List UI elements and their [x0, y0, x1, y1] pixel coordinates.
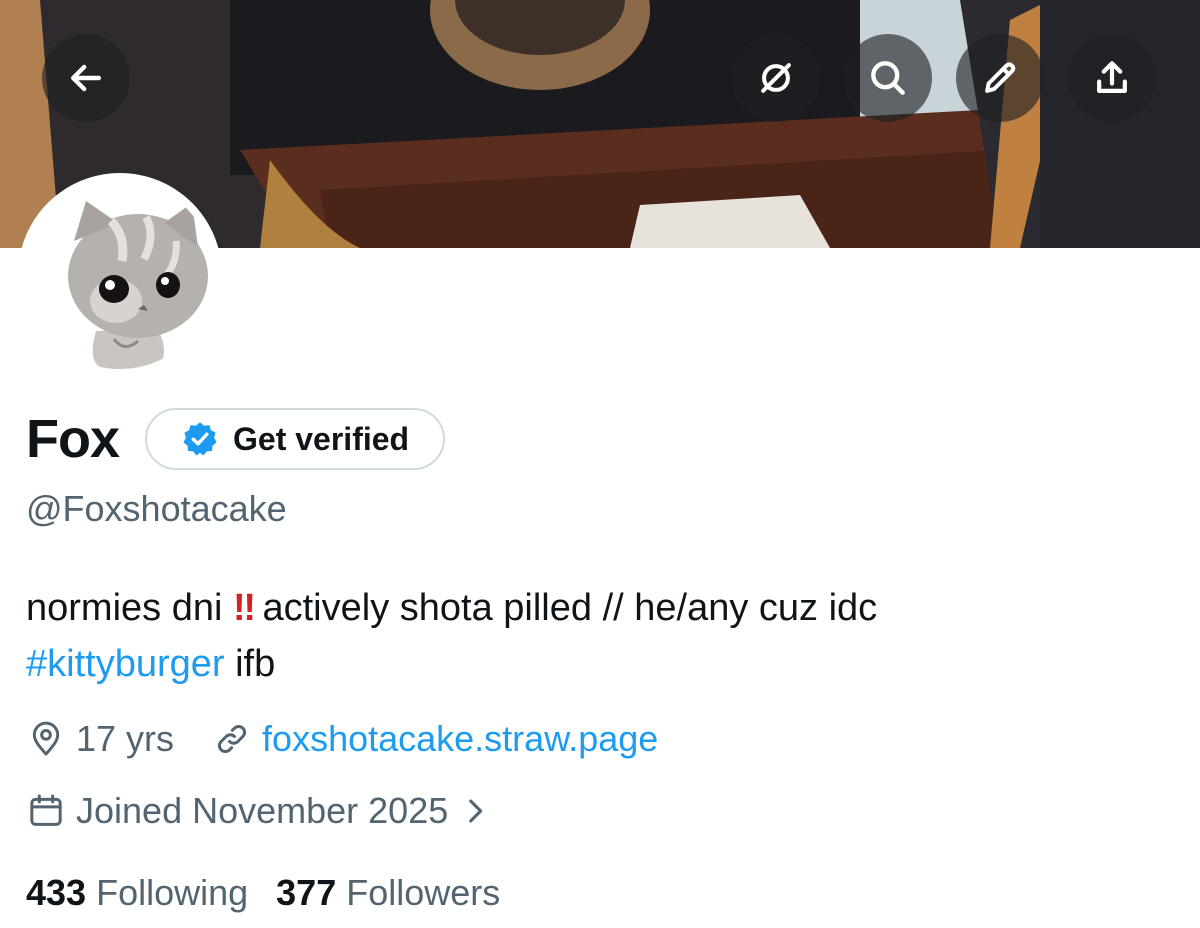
user-handle: @Foxshotacake — [26, 488, 287, 529]
joined-row[interactable]: Joined November 2025 — [26, 790, 492, 832]
share-button[interactable] — [1068, 34, 1156, 122]
following-label: Following — [96, 872, 249, 913]
link-icon — [218, 725, 247, 753]
avatar-image — [26, 181, 214, 369]
bio-hashtag-link[interactable]: #kittyburger — [26, 643, 225, 685]
verified-badge-icon — [183, 422, 217, 456]
profile-meta-row: 17 yrs foxshotacake.straw.page — [26, 718, 658, 760]
back-arrow-icon — [70, 64, 102, 92]
bio-text: normies dni — [26, 587, 233, 629]
profile-avatar[interactable] — [18, 173, 222, 377]
bio-text: ifb — [224, 643, 276, 685]
search-button[interactable] — [844, 34, 932, 122]
name-row: Fox Get verified — [26, 404, 446, 474]
search-icon — [871, 61, 905, 95]
website-link[interactable]: foxshotacake.straw.page — [262, 718, 658, 760]
location-pin-icon — [32, 721, 60, 756]
chevron-right-icon — [469, 799, 483, 823]
edit-pencil-icon — [985, 62, 1016, 93]
double-exclamation-emoji: ‼ — [232, 587, 256, 629]
joined-text: Joined November 2025 — [76, 790, 449, 831]
calendar-icon — [30, 794, 62, 826]
grok-icon — [761, 63, 791, 93]
bio-text: actively shota pilled // he/any cuz idc — [251, 587, 878, 629]
get-verified-label: Get verified — [233, 420, 410, 457]
location-text: 17 yrs — [76, 718, 175, 759]
followers-count: 377 — [276, 872, 337, 913]
grok-button[interactable] — [732, 34, 820, 122]
location-item: 17 yrs — [26, 718, 174, 760]
share-icon — [1097, 61, 1127, 93]
profile-bio: normies dni ‼ actively shota pilled // h… — [26, 580, 1176, 692]
follow-counts: 433 Following 377 Followers — [26, 872, 500, 914]
joined-item[interactable]: Joined November 2025 — [26, 790, 492, 832]
following-link[interactable]: 433 Following — [26, 872, 248, 914]
back-button[interactable] — [42, 34, 130, 122]
display-name: Fox — [26, 409, 120, 469]
followers-link[interactable]: 377 Followers — [276, 872, 500, 914]
followers-label: Followers — [346, 872, 501, 913]
get-verified-button[interactable]: Get verified — [145, 408, 446, 470]
website-item[interactable]: foxshotacake.straw.page — [212, 718, 658, 760]
edit-button[interactable] — [956, 34, 1044, 122]
following-count: 433 — [26, 872, 87, 913]
